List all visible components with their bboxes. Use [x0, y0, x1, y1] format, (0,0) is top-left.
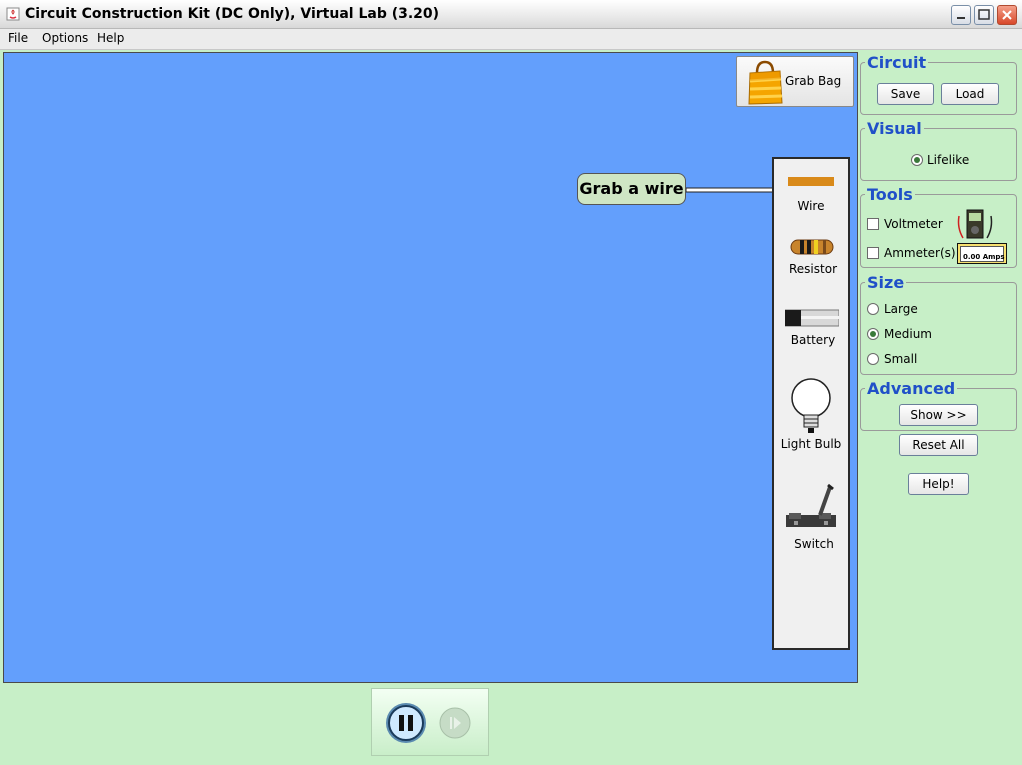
- toolbox-item-light-bulb[interactable]: Light Bulb: [774, 375, 848, 453]
- battery-label: Battery: [790, 333, 836, 347]
- lifelike-label: Lifelike: [927, 153, 970, 167]
- size-group-title: Size: [865, 273, 907, 292]
- light-bulb-icon: [791, 378, 831, 433]
- reset-all-button[interactable]: Reset All: [899, 434, 978, 456]
- step-icon: [439, 707, 471, 739]
- resistor-icon: [790, 239, 834, 255]
- circuit-canvas[interactable]: [3, 52, 858, 683]
- circuit-group-title: Circuit: [865, 53, 929, 72]
- java-app-icon: [6, 7, 20, 21]
- ammeter-icon: 0.00 Amps: [957, 243, 1007, 264]
- close-button[interactable]: [997, 5, 1017, 25]
- ammeter-label: Ammeter(s): [884, 246, 956, 260]
- grab-wire-hint: Grab a wire: [577, 173, 686, 205]
- menu-help[interactable]: Help: [97, 31, 124, 45]
- load-button[interactable]: Load: [941, 83, 999, 105]
- clock-control-panel: [371, 688, 489, 756]
- voltmeter-label: Voltmeter: [884, 217, 943, 231]
- maximize-button[interactable]: [974, 5, 994, 25]
- minimize-button[interactable]: [951, 5, 971, 25]
- save-button[interactable]: Save: [877, 83, 934, 105]
- voltmeter-checkbox[interactable]: [867, 218, 879, 230]
- minimize-icon: [957, 17, 965, 19]
- size-large-label: Large: [884, 302, 918, 316]
- resistor-label: Resistor: [789, 262, 837, 276]
- toolbox-item-resistor[interactable]: Resistor: [774, 235, 848, 279]
- component-toolbox: Wire Resistor Battery Light Bulb Switch: [772, 157, 850, 650]
- size-small-radio[interactable]: [867, 353, 879, 365]
- ammeter-checkbox[interactable]: [867, 247, 879, 259]
- pause-button[interactable]: [385, 702, 427, 744]
- advanced-show-button[interactable]: Show >>: [899, 404, 978, 426]
- size-large-radio[interactable]: [867, 303, 879, 315]
- tools-group-title: Tools: [865, 185, 915, 204]
- close-icon: [1002, 10, 1012, 20]
- grab-bag-button[interactable]: Grab Bag: [736, 56, 854, 107]
- ammeter-readout: 0.00 Amps: [963, 253, 1005, 261]
- wire-label: Wire: [797, 199, 825, 213]
- window-title: Circuit Construction Kit (DC Only), Virt…: [25, 6, 440, 22]
- switch-icon: [786, 483, 836, 527]
- size-small-label: Small: [884, 352, 918, 366]
- menu-file[interactable]: File: [8, 31, 28, 45]
- step-button[interactable]: [439, 707, 471, 739]
- light-bulb-label: Light Bulb: [780, 437, 842, 451]
- window-title-bar: Circuit Construction Kit (DC Only), Virt…: [0, 0, 1022, 29]
- size-medium-label: Medium: [884, 327, 932, 341]
- battery-icon: [785, 309, 839, 327]
- grab-bag-label: Grab Bag: [785, 74, 842, 88]
- advanced-group-title: Advanced: [865, 379, 958, 398]
- menu-options[interactable]: Options: [42, 31, 88, 45]
- help-button[interactable]: Help!: [908, 473, 969, 495]
- maximize-icon: [978, 9, 990, 20]
- size-medium-radio[interactable]: [867, 328, 879, 340]
- voltmeter-icon: [957, 209, 993, 239]
- switch-label: Switch: [794, 537, 834, 551]
- visual-group-title: Visual: [865, 119, 924, 138]
- pause-icon: [386, 703, 426, 743]
- toolbox-item-wire[interactable]: Wire: [774, 167, 848, 213]
- menu-bar: File Options Help: [0, 29, 1022, 50]
- shopping-bag-icon: [748, 60, 783, 105]
- toolbox-item-battery[interactable]: Battery: [774, 305, 848, 351]
- toolbox-item-switch[interactable]: Switch: [774, 481, 848, 553]
- wire-icon: [788, 177, 834, 186]
- lifelike-radio[interactable]: [911, 154, 923, 166]
